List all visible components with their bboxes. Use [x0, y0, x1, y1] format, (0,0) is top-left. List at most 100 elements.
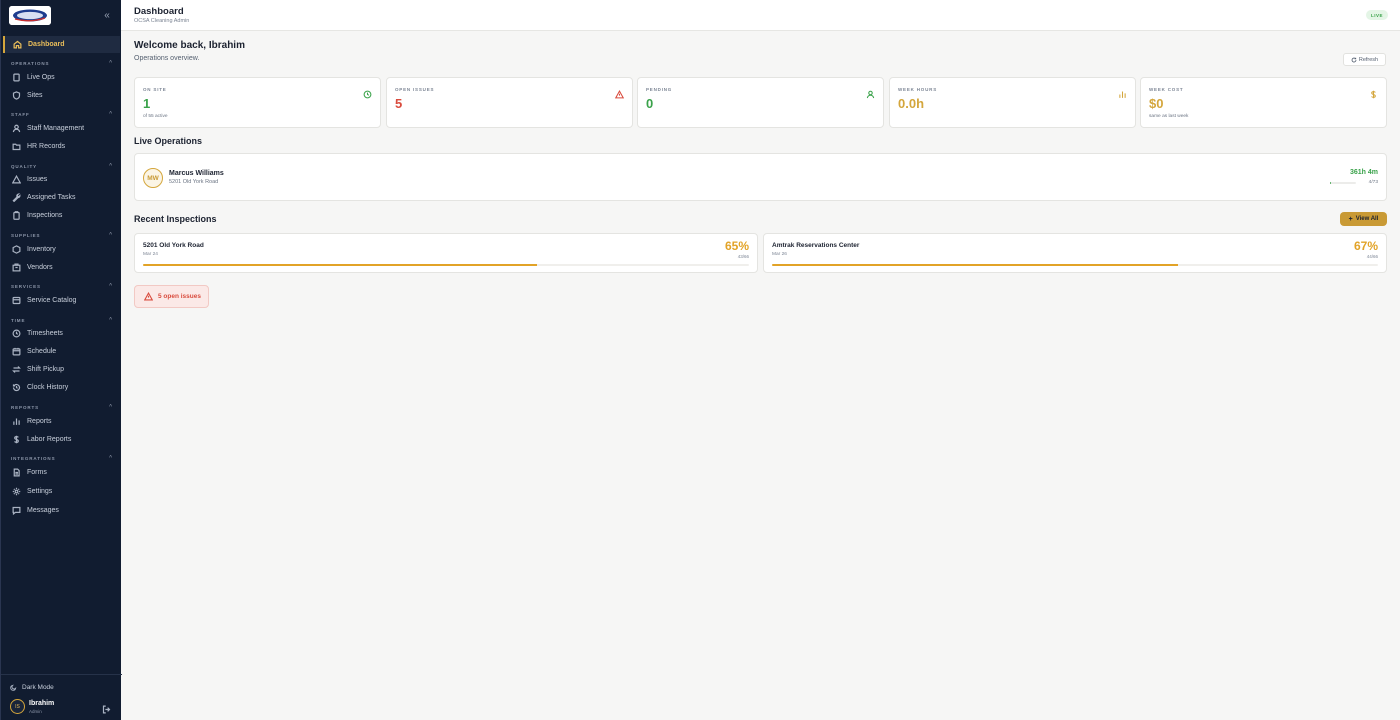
- chevron-up-icon: ^: [109, 455, 113, 461]
- stat-card-on-site: ON SITE 1 of 55 active: [134, 77, 381, 128]
- swap-icon: [12, 365, 21, 374]
- chevron-up-icon: ^: [109, 60, 113, 66]
- bar-chart-icon: [12, 417, 21, 426]
- sidebar-divider: [1, 674, 122, 675]
- stat-card-open-issues: OPEN ISSUES 5: [386, 77, 633, 128]
- sidebar-item-settings[interactable]: Settings: [4, 483, 121, 500]
- section-integrations[interactable]: INTEGRATIONS ^: [11, 454, 113, 462]
- sidebar-item-clock-history[interactable]: Clock History: [4, 379, 121, 396]
- user-icon: [866, 86, 875, 99]
- sidebar-item-forms[interactable]: Forms: [4, 464, 121, 481]
- refresh-button[interactable]: Refresh: [1343, 53, 1386, 66]
- avatar[interactable]: IS: [10, 699, 25, 714]
- history-icon: [12, 383, 21, 392]
- staff-name: Marcus Williams: [169, 170, 224, 177]
- message-icon: [12, 506, 21, 515]
- sidebar-item-inventory[interactable]: Inventory: [4, 241, 121, 258]
- chevron-up-icon: ^: [109, 232, 113, 238]
- warning-icon: [12, 175, 21, 184]
- home-icon: [13, 40, 22, 49]
- user-name: Ibrahim: [29, 700, 55, 707]
- section-services[interactable]: SERVICES ^: [11, 282, 113, 290]
- inspection-card[interactable]: Amtrak Reservations Center Mar 26 67% 44…: [763, 233, 1387, 273]
- section-operations[interactable]: OPERATIONS ^: [11, 59, 113, 67]
- page-subtitle: OCSA Cleaning Admin: [134, 18, 190, 24]
- chevron-up-icon: ^: [109, 317, 113, 323]
- dollar-icon: [1369, 86, 1378, 99]
- dark-mode-toggle[interactable]: Dark Mode: [10, 684, 54, 691]
- stat-card-pending: PENDING 0: [637, 77, 884, 128]
- chevron-up-icon: ^: [109, 163, 113, 169]
- shield-icon: [12, 91, 21, 100]
- avatar: MW: [143, 168, 163, 188]
- task-progress-count: 4/73: [1368, 180, 1378, 185]
- task-progress-fill: [1330, 182, 1332, 184]
- inspection-progress-bar: [143, 264, 749, 266]
- open-issues-alert[interactable]: 5 open issues: [134, 285, 209, 308]
- stat-card-week-hours: WEEK HOURS 0.0h: [889, 77, 1136, 128]
- refresh-icon: [1351, 57, 1357, 62]
- sidebar-item-schedule[interactable]: Schedule: [4, 343, 121, 360]
- inspection-progress-fill: [143, 264, 537, 266]
- sidebar-item-assigned-tasks[interactable]: Assigned Tasks: [4, 189, 121, 206]
- welcome-heading: Welcome back, Ibrahim: [134, 40, 245, 51]
- task-progress-bar: [1330, 182, 1356, 184]
- clock-icon: [363, 86, 372, 99]
- bar-chart-icon: [1118, 86, 1127, 98]
- section-reports[interactable]: REPORTS ^: [11, 403, 113, 411]
- chevrons-left-icon[interactable]: «: [101, 10, 113, 22]
- sidebar-item-hr-records[interactable]: HR Records: [4, 138, 121, 155]
- logout-icon[interactable]: [102, 701, 112, 714]
- section-supplies[interactable]: SUPPLIES ^: [11, 231, 113, 239]
- sidebar-item-messages[interactable]: Messages: [4, 502, 121, 519]
- sidebar-item-staff-management[interactable]: Staff Management: [4, 120, 121, 137]
- sidebar-item-shift-pickup[interactable]: Shift Pickup: [4, 361, 121, 378]
- live-operations-heading: Live Operations: [134, 136, 203, 146]
- sidebar-item-reports[interactable]: Reports: [4, 413, 121, 430]
- moon-icon: [10, 684, 17, 691]
- recent-inspections-heading: Recent Inspections: [134, 214, 217, 224]
- tablet-icon: [12, 73, 21, 82]
- user-icon: [12, 124, 21, 133]
- sidebar-item-sites[interactable]: Sites: [4, 87, 121, 104]
- grid-icon: [12, 296, 21, 305]
- chevron-up-icon: ^: [109, 111, 113, 117]
- welcome-subtitle: Operations overview.: [134, 55, 200, 62]
- page-title: Dashboard: [134, 6, 184, 17]
- sidebar-item-service-catalog[interactable]: Service Catalog: [4, 292, 121, 309]
- sidebar-item-label: Dashboard: [28, 41, 65, 48]
- top-header: Dashboard OCSA Cleaning Admin LIVE: [121, 0, 1400, 31]
- sidebar: « Dashboard OPERATIONS ^ Live Ops Sites S…: [0, 0, 122, 720]
- building-icon: [12, 263, 21, 272]
- sidebar-item-dashboard[interactable]: Dashboard: [3, 36, 120, 53]
- clipboard-icon: [12, 211, 21, 220]
- sidebar-item-vendors[interactable]: Vendors: [4, 259, 121, 276]
- sidebar-item-timesheets[interactable]: Timesheets: [4, 325, 121, 342]
- inspection-progress-bar: [772, 264, 1378, 266]
- sidebar-item-issues[interactable]: Issues: [4, 171, 121, 188]
- box-icon: [12, 245, 21, 254]
- section-quality[interactable]: QUALITY ^: [11, 162, 113, 170]
- clock-icon: [12, 329, 21, 338]
- chevron-up-icon: ^: [109, 283, 113, 289]
- view-all-button[interactable]: + View All: [1340, 212, 1387, 226]
- sidebar-item-live-ops[interactable]: Live Ops: [4, 69, 121, 86]
- dollar-icon: [12, 435, 21, 444]
- status-badge: LIVE: [1365, 10, 1388, 20]
- warning-icon: [614, 86, 625, 99]
- section-staff[interactable]: STAFF ^: [11, 110, 113, 118]
- section-time[interactable]: TIME ^: [11, 316, 113, 324]
- sidebar-item-labor-reports[interactable]: Labor Reports: [4, 431, 121, 448]
- wrench-icon: [12, 193, 21, 202]
- folder-icon: [12, 142, 21, 151]
- company-logo[interactable]: [9, 6, 51, 25]
- sidebar-item-inspections[interactable]: Inspections: [4, 207, 121, 224]
- live-operation-card[interactable]: MW Marcus Williams 5201 Old York Road 36…: [134, 153, 1387, 201]
- chevron-up-icon: ^: [109, 404, 113, 410]
- inspection-card[interactable]: 5201 Old York Road Mar 24 65% 43/66: [134, 233, 758, 273]
- document-icon: [12, 468, 21, 477]
- gear-icon: [12, 487, 21, 496]
- plus-icon: +: [1348, 215, 1353, 223]
- calendar-icon: [12, 347, 21, 356]
- stat-card-week-cost: WEEK COST $0 same as last week: [1140, 77, 1387, 128]
